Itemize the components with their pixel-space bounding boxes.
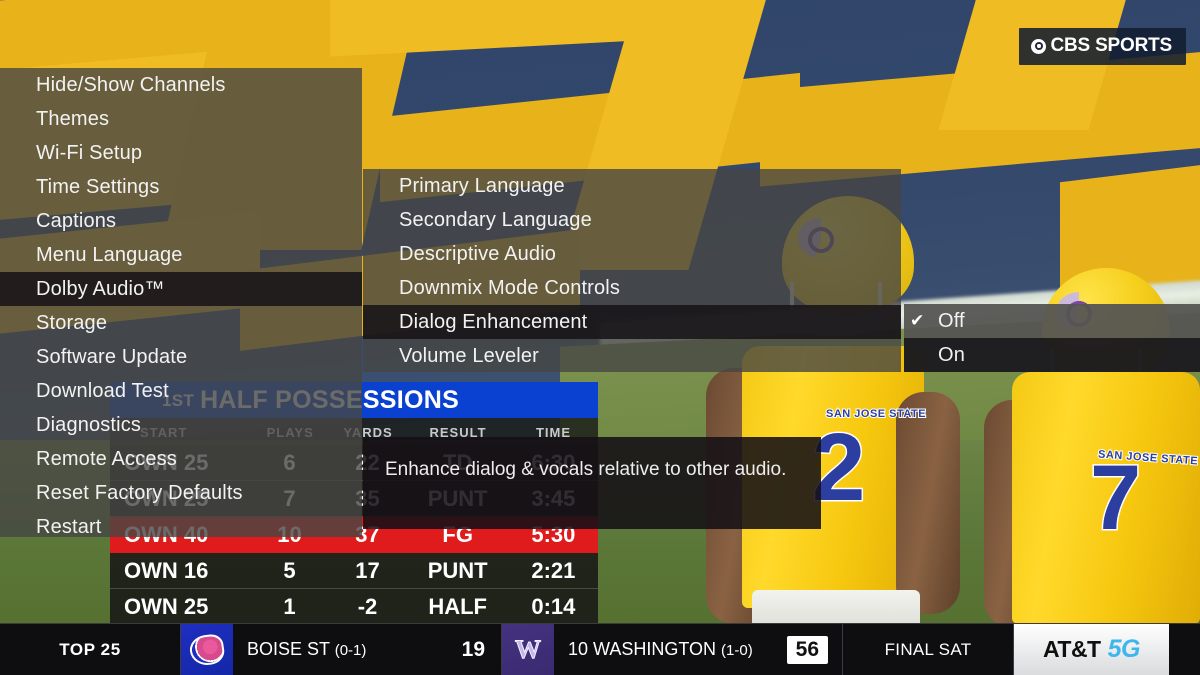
menu-item-label: Menu Language	[36, 243, 183, 266]
possessions-row: OWN 25 1 -2 HALF 0:14	[110, 589, 598, 625]
possessions-cell-time: 0:14	[531, 593, 576, 619]
ticker-game-status: FINAL SAT	[884, 639, 972, 659]
menu-item-label: Descriptive Audio	[399, 242, 557, 265]
menu-item-label: Dolby Audio™	[36, 277, 165, 300]
menu-item-label: Captions	[36, 209, 117, 232]
team-record: (1-0)	[721, 642, 753, 659]
submenu-item-secondary-language[interactable]: Secondary Language	[363, 203, 901, 237]
cbs-eye-icon	[1031, 38, 1047, 54]
w-mark: W	[515, 634, 542, 664]
ticker-game-row[interactable]: BOISE ST (0-1) 19	[181, 623, 501, 675]
menu-item-label: Storage	[36, 311, 108, 334]
possessions-cell-result: HALF	[428, 593, 487, 619]
menu-item-label: Reset Factory Defaults	[36, 481, 243, 504]
menu-item-themes[interactable]: Themes	[0, 102, 362, 136]
team-name-text: BOISE ST	[247, 639, 330, 659]
dolby-audio-submenu-panel[interactable]: Primary Language Secondary Language Descri…	[363, 169, 901, 372]
option-label: Off	[938, 309, 965, 332]
ticker-team-name: BOISE ST (0-1)	[233, 639, 366, 660]
option-label: On	[938, 343, 965, 366]
possessions-cell-result: PUNT	[427, 557, 488, 583]
menu-item-restart[interactable]: Restart	[0, 510, 362, 544]
jersey-number: 7	[1088, 447, 1142, 549]
menu-item-label: Wi-Fi Setup	[36, 141, 143, 164]
possessions-cell-time: 2:21	[531, 557, 576, 583]
menu-item-label: Remote Access	[36, 447, 177, 470]
team-name-text: 10 WASHINGTON	[568, 639, 717, 659]
possessions-cell-plays: 5	[283, 557, 296, 583]
team-record: (0-1)	[334, 642, 367, 659]
menu-item-storage[interactable]: Storage	[0, 306, 362, 340]
network-logo-bug: CBS SPORTS	[1019, 28, 1186, 65]
possessions-cell-yards: 17	[355, 557, 380, 583]
menu-item-label: Downmix Mode Controls	[399, 276, 621, 299]
menu-item-software-update[interactable]: Software Update	[0, 340, 362, 374]
possessions-cell-yards: -2	[357, 593, 378, 619]
tv-screen: SAN JOSE STATE 2 SAN JOSE STATE 7 CBS SP…	[0, 0, 1200, 675]
possessions-cell-start: OWN 25	[124, 593, 209, 619]
boise-state-bronco-icon	[181, 623, 233, 675]
ticker-score: 56	[786, 635, 828, 664]
menu-item-remote-access[interactable]: Remote Access	[0, 442, 362, 476]
option-on[interactable]: On	[904, 338, 1200, 372]
menu-item-label: Restart	[36, 515, 102, 538]
menu-item-hide-show-channels[interactable]: Hide/Show Channels	[0, 68, 362, 102]
washington-w-icon: W	[502, 623, 554, 675]
menu-item-label: Secondary Language	[399, 208, 592, 231]
submenu-item-downmix-mode-controls[interactable]: Downmix Mode Controls	[363, 271, 901, 305]
ticker-label: TOP 25	[59, 639, 121, 659]
possessions-cell-start: OWN 16	[124, 557, 209, 583]
ticker-game-row[interactable]: W 10 WASHINGTON (1-0) 56	[502, 623, 842, 675]
setting-description-tooltip: Enhance dialog & vocals relative to othe…	[363, 437, 821, 529]
menu-item-wi-fi-setup[interactable]: Wi-Fi Setup	[0, 136, 362, 170]
checkmark-icon: ✔	[910, 311, 925, 330]
dialog-enhancement-options-panel[interactable]: ✔ Off On	[904, 304, 1200, 372]
submenu-item-descriptive-audio[interactable]: Descriptive Audio	[363, 237, 901, 271]
settings-menu-panel[interactable]: Hide/Show Channels Themes Wi-Fi Setup Time …	[0, 68, 362, 538]
menu-item-time-settings[interactable]: Time Settings	[0, 170, 362, 204]
menu-item-label: Time Settings	[36, 175, 160, 198]
menu-item-reset-factory-defaults[interactable]: Reset Factory Defaults	[0, 476, 362, 510]
score-ticker: TOP 25 BOISE ST (0-1) 19 W 10 WASHINGTON…	[0, 623, 1200, 675]
menu-item-label: Hide/Show Channels	[36, 73, 226, 96]
menu-item-menu-language[interactable]: Menu Language	[0, 238, 362, 272]
menu-item-download-test[interactable]: Download Test	[0, 374, 362, 408]
network-name: CBS SPORTS	[1050, 35, 1172, 56]
ticker-score: 19	[461, 637, 485, 661]
player-arm	[896, 392, 960, 614]
submenu-item-dialog-enhancement[interactable]: Dialog Enhancement	[363, 305, 901, 339]
sponsor-logo: AT&T 5G	[1014, 624, 1169, 675]
menu-item-label: Themes	[36, 107, 110, 130]
menu-item-label: Download Test	[36, 379, 169, 402]
option-off[interactable]: ✔ Off	[904, 304, 1200, 338]
possessions-cell-plays: 1	[283, 593, 296, 619]
submenu-item-volume-leveler[interactable]: Volume Leveler	[363, 339, 901, 373]
ticker-team-name: 10 WASHINGTON (1-0)	[554, 639, 753, 660]
att-wordmark: AT&T	[1043, 636, 1101, 662]
menu-item-diagnostics[interactable]: Diagnostics	[0, 408, 362, 442]
menu-item-label: Primary Language	[399, 174, 565, 197]
5g-wordmark: 5G	[1107, 635, 1141, 663]
possessions-row: OWN 16 5 17 PUNT 2:21	[110, 553, 598, 589]
menu-item-captions[interactable]: Captions	[0, 204, 362, 238]
menu-item-label: Diagnostics	[36, 413, 142, 436]
submenu-item-primary-language[interactable]: Primary Language	[363, 169, 901, 203]
bronco-mark	[188, 632, 226, 667]
menu-item-dolby-audio[interactable]: Dolby Audio™	[0, 272, 362, 306]
menu-item-label: Software Update	[36, 345, 188, 368]
menu-item-label: Volume Leveler	[399, 344, 539, 367]
menu-item-label: Dialog Enhancement	[399, 310, 588, 333]
